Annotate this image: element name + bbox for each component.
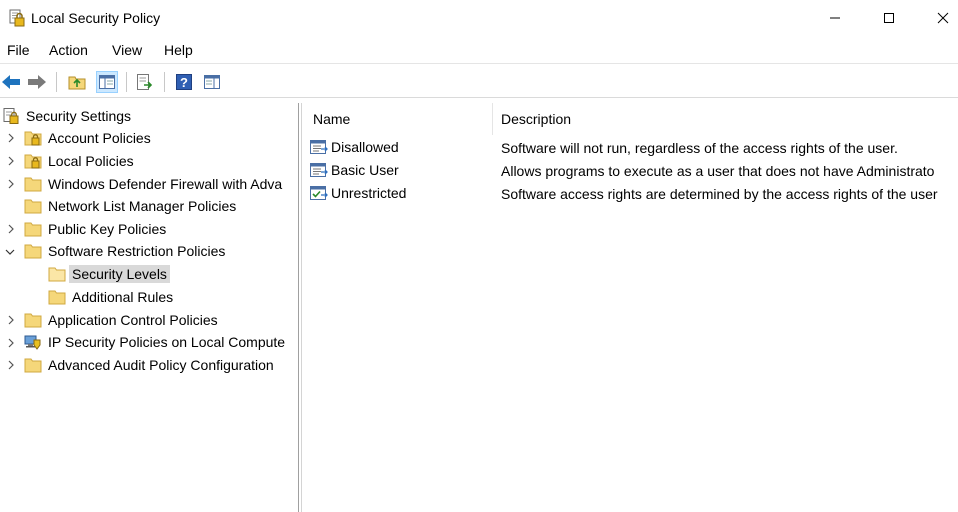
properties-pane-icon xyxy=(204,75,220,89)
maximize-button[interactable] xyxy=(866,0,912,36)
ip-security-icon xyxy=(24,335,41,350)
minimize-button[interactable] xyxy=(812,0,858,36)
list-item-description: Software will not run, regardless of the… xyxy=(501,140,898,156)
help-icon: ? xyxy=(176,74,192,90)
list-pane: Name Description Disallowed Software wil… xyxy=(304,103,958,512)
folder-lock-icon xyxy=(24,131,42,146)
tree-item-security-levels[interactable]: Security Levels xyxy=(48,263,170,285)
folder-icon xyxy=(24,244,42,259)
menu-bar: File Action View Help xyxy=(0,38,958,64)
tree-item-label: Local Policies xyxy=(48,153,134,169)
tree-item-local-policies[interactable]: Local Policies xyxy=(24,150,134,172)
back-icon xyxy=(2,75,20,89)
folder-icon xyxy=(24,313,42,328)
svg-text:?: ? xyxy=(180,75,188,90)
folder-icon xyxy=(24,199,42,214)
security-settings-icon xyxy=(3,108,19,124)
tree-item-windows-defender-firewall[interactable]: Windows Defender Firewall with Adva xyxy=(24,173,282,195)
close-icon xyxy=(937,12,949,24)
export-list-button[interactable] xyxy=(134,71,156,93)
toolbar-separator xyxy=(164,72,165,92)
tree-item-label: Account Policies xyxy=(48,130,151,146)
toolbar: ? xyxy=(0,66,958,98)
forward-button[interactable] xyxy=(26,71,48,93)
list-item-unrestricted[interactable]: Unrestricted Software access rights are … xyxy=(304,183,958,205)
chevron-right-icon[interactable] xyxy=(6,133,16,143)
list-item-name-cell: Unrestricted xyxy=(310,185,406,201)
column-header-name[interactable]: Name xyxy=(313,103,491,135)
tree-item-label: Advanced Audit Policy Configuration xyxy=(48,357,274,373)
tree-item-public-key-policies[interactable]: Public Key Policies xyxy=(24,218,166,240)
folder-icon xyxy=(48,290,66,305)
menu-help[interactable]: Help xyxy=(164,42,193,58)
up-folder-icon xyxy=(68,76,86,90)
column-header-description[interactable]: Description xyxy=(501,103,951,135)
tree-item-label: Windows Defender Firewall with Adva xyxy=(48,176,283,192)
tree-item-label: Application Control Policies xyxy=(48,312,218,328)
folder-lock-icon xyxy=(24,154,42,169)
security-level-icon xyxy=(310,140,328,154)
default-security-level-icon xyxy=(310,186,328,200)
help-button[interactable]: ? xyxy=(173,71,195,93)
list-item-description: Allows programs to execute as a user tha… xyxy=(501,163,935,179)
show-hide-tree-icon xyxy=(99,75,115,89)
folder-icon xyxy=(48,267,66,282)
list-item-disallowed[interactable]: Disallowed Software will not run, regard… xyxy=(304,137,958,159)
menu-file[interactable]: File xyxy=(7,42,30,58)
chevron-right-icon[interactable] xyxy=(6,156,16,166)
maximize-icon xyxy=(884,13,894,23)
title-bar: Local Security Policy xyxy=(0,0,958,38)
security-policy-icon xyxy=(9,9,25,27)
chevron-down-icon[interactable] xyxy=(5,247,15,257)
tree-item-label: Public Key Policies xyxy=(48,221,167,237)
chevron-right-icon[interactable] xyxy=(6,360,16,370)
security-level-icon xyxy=(310,163,328,177)
tree-item-label: Network List Manager Policies xyxy=(48,198,237,214)
minimize-icon xyxy=(830,17,840,19)
toolbar-separator xyxy=(126,72,127,92)
list-item-name: Disallowed xyxy=(331,139,399,155)
list-item-name: Unrestricted xyxy=(331,185,407,201)
chevron-right-icon[interactable] xyxy=(6,338,16,348)
list-item-description: Software access rights are determined by… xyxy=(501,186,938,202)
tree-item-software-restriction-policies[interactable]: Software Restriction Policies xyxy=(24,240,225,262)
tree-item-network-list-manager-policies[interactable]: Network List Manager Policies xyxy=(24,195,236,217)
folder-icon xyxy=(24,358,42,373)
forward-icon xyxy=(28,75,46,89)
tree-root-security-settings[interactable]: Security Settings xyxy=(2,105,131,127)
export-list-icon xyxy=(137,74,153,90)
pane-splitter[interactable] xyxy=(301,103,303,512)
list-item-name-cell: Disallowed xyxy=(310,139,399,155)
list-item-name: Basic User xyxy=(331,162,399,178)
tree-item-account-policies[interactable]: Account Policies xyxy=(24,127,151,149)
list-item-name-cell: Basic User xyxy=(310,162,399,178)
toolbar-separator xyxy=(56,72,57,92)
column-separator[interactable] xyxy=(492,103,493,135)
tree-item-ip-security-policies[interactable]: IP Security Policies on Local Compute xyxy=(24,331,285,353)
back-button[interactable] xyxy=(0,71,22,93)
tree-item-label: Security Levels xyxy=(69,265,170,283)
menu-view[interactable]: View xyxy=(112,42,142,58)
tree-item-label: IP Security Policies on Local Compute xyxy=(48,334,286,350)
tree-item-label: Security Settings xyxy=(26,108,132,124)
folder-icon xyxy=(24,177,42,192)
tree-pane: Security Settings Account Policies Local… xyxy=(0,103,299,512)
list-item-basic-user[interactable]: Basic User Allows programs to execute as… xyxy=(304,160,958,182)
tree-item-application-control-policies[interactable]: Application Control Policies xyxy=(24,309,218,331)
window-title: Local Security Policy xyxy=(31,10,161,26)
tree-item-label: Additional Rules xyxy=(72,289,174,305)
folder-icon xyxy=(24,222,42,237)
close-button[interactable] xyxy=(920,0,958,36)
menu-action[interactable]: Action xyxy=(49,42,88,58)
properties-pane-button[interactable] xyxy=(201,71,223,93)
chevron-right-icon[interactable] xyxy=(6,179,16,189)
up-folder-button[interactable] xyxy=(66,71,88,93)
chevron-right-icon[interactable] xyxy=(6,224,16,234)
tree-item-advanced-audit-policy-configuration[interactable]: Advanced Audit Policy Configuration xyxy=(24,354,274,376)
tree-item-label: Software Restriction Policies xyxy=(48,243,226,259)
chevron-right-icon[interactable] xyxy=(6,315,16,325)
show-hide-tree-button[interactable] xyxy=(96,71,118,93)
tree-item-additional-rules[interactable]: Additional Rules xyxy=(48,286,173,308)
